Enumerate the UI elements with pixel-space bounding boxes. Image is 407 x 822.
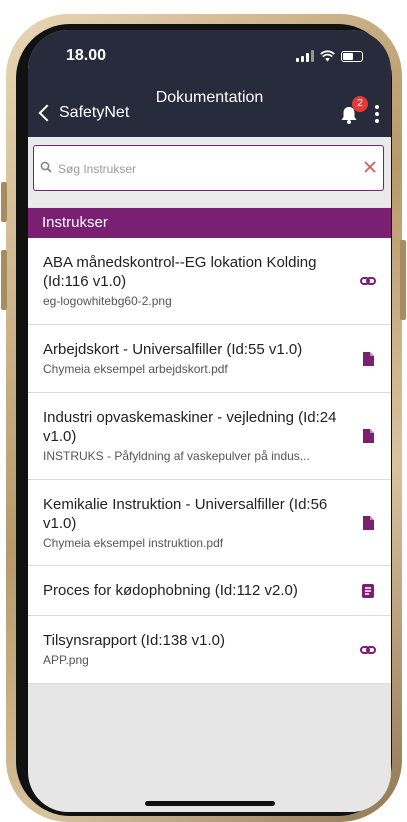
list-item[interactable]: Proces for kødophobning (Id:112 v2.0): [28, 566, 391, 616]
file-icon: [363, 515, 374, 530]
item-title: Proces for kødophobning (Id:112 v2.0): [43, 582, 298, 599]
notification-badge: 2: [352, 96, 368, 112]
item-subtitle: eg-logowhitebg60-2.png: [43, 294, 172, 308]
list-item[interactable]: Industri opvaskemaskiner - vejledning (I…: [28, 393, 391, 480]
search-box: [33, 145, 384, 191]
wifi-icon: [320, 50, 335, 62]
battery-icon: [341, 50, 363, 62]
link-icon: [360, 645, 376, 654]
file-icon: [363, 351, 374, 366]
item-title: Tilsynsrapport (Id:138 v1.0): [43, 632, 226, 649]
list-item[interactable]: ABA månedskontrol--EG lokation Kolding (…: [28, 238, 391, 325]
item-title: Kemikalie Instruktion - Universalfiller …: [43, 495, 328, 532]
signal-icon: [296, 50, 314, 62]
file-icon: [363, 429, 374, 443]
more-options-icon[interactable]: [374, 105, 380, 123]
phone-side-button: [1, 182, 7, 222]
link-icon: [360, 277, 376, 285]
back-label: SafetyNet: [59, 104, 130, 121]
status-icons: [296, 50, 363, 62]
section-header: Instrukser: [28, 208, 391, 238]
item-title: Arbejdskort - Universalfiller (Id:55 v1.…: [43, 341, 303, 358]
clear-icon[interactable]: [363, 160, 377, 174]
back-button[interactable]: SafetyNet: [37, 104, 129, 122]
list-item[interactable]: Arbejdskort - Universalfiller (Id:55 v1.…: [28, 325, 391, 393]
chevron-left-icon: [38, 104, 56, 122]
item-subtitle: Chymeia eksempel arbejdskort.pdf: [43, 362, 228, 376]
item-title: ABA månedskontrol--EG lokation Kolding (…: [43, 254, 317, 290]
item-subtitle: APP.png: [43, 653, 89, 667]
search-icon: [40, 161, 52, 173]
app-header: 18.00 Dokumentation SafetyNet 2: [28, 30, 391, 137]
item-subtitle: INSTRUKS - Påfyldning af vaskepulver på …: [43, 449, 310, 463]
phone-side-button: [1, 250, 7, 310]
document-lines-icon: [362, 583, 374, 598]
list-item[interactable]: Kemikalie Instruktion - Universalfiller …: [28, 480, 391, 566]
home-indicator: [145, 801, 275, 806]
status-time: 18.00: [66, 47, 107, 64]
item-title: Industri opvaskemaskiner - vejledning (I…: [43, 409, 337, 445]
phone-side-button: [400, 240, 406, 320]
search-area: [28, 137, 391, 207]
item-subtitle: Chymeia eksempel instruktion.pdf: [43, 535, 224, 550]
screen: 18.00 Dokumentation SafetyNet 2 Søg Inst…: [28, 30, 391, 812]
instruction-list: ABA månedskontrol--EG lokation Kolding (…: [28, 238, 391, 684]
search-input[interactable]: [56, 156, 360, 182]
list-item[interactable]: Tilsynsrapport (Id:138 v1.0) APP.png: [28, 616, 391, 684]
